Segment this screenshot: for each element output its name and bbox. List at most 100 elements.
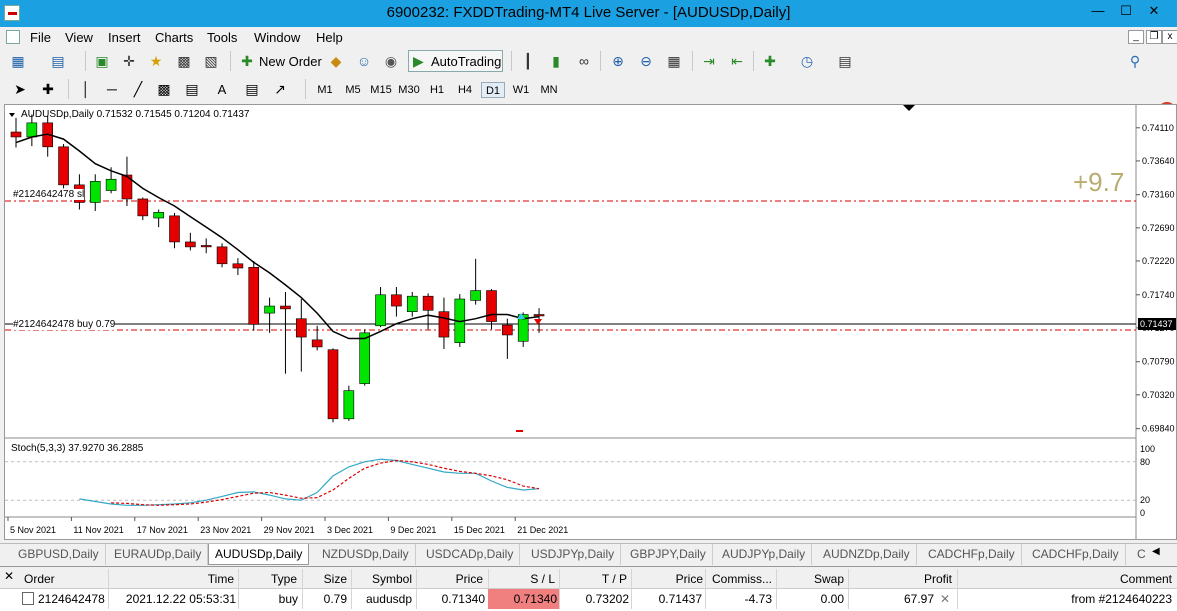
cursor-icon[interactable]: ➤ (10, 79, 30, 99)
navigator-icon[interactable]: ★ (146, 51, 166, 71)
fibonacci-icon[interactable]: ▤ (182, 79, 202, 99)
timeframe-mn[interactable]: MN (537, 82, 561, 98)
chart-window[interactable]: 0.74110 0.73640 0.73160 0.72690 0.72220 0.717… (4, 104, 1177, 540)
tabs-scroll-icon[interactable]: ◀ (1152, 546, 1160, 557)
header-tp[interactable]: T / P (562, 570, 627, 588)
options-icon[interactable]: ◉ (381, 51, 401, 71)
header-swap[interactable]: Swap (778, 570, 844, 588)
timeframe-m30[interactable]: M30 (397, 82, 421, 98)
new-chart-icon[interactable]: ▦ (8, 51, 28, 71)
header-current-price[interactable]: Price (632, 570, 703, 588)
tab-gbpusd[interactable]: GBPUSD,Daily (12, 544, 106, 565)
timeframe-m1[interactable]: M1 (313, 82, 337, 98)
header-price[interactable]: Price (420, 570, 483, 588)
templates-icon[interactable]: ▤ (835, 51, 855, 71)
zoom-in-icon[interactable]: ⊕ (608, 51, 628, 71)
close-button[interactable]: ✕ (1141, 0, 1167, 24)
menu-charts[interactable]: Charts (155, 30, 193, 45)
bar-chart-icon[interactable]: ┃ (518, 51, 538, 71)
chart-shift-icon[interactable]: ⇤ (727, 51, 747, 71)
header-order[interactable]: Order (24, 570, 55, 588)
chart-window-icon[interactable] (6, 30, 20, 44)
maximize-button[interactable]: ☐ (1113, 0, 1139, 24)
signals-icon[interactable]: ☺ (354, 51, 374, 71)
cell-price: 0.71340 (441, 592, 485, 606)
header-time[interactable]: Time (150, 570, 234, 588)
menu-tools[interactable]: Tools (207, 30, 237, 45)
tab-audnzdp[interactable]: AUDNZDp,Daily (817, 544, 917, 565)
vertical-line-icon[interactable]: │ (76, 79, 96, 99)
stochastic-tick-label: 100 (1140, 444, 1155, 454)
tab-cadchfp-2[interactable]: CADCHFp,Daily (1026, 544, 1126, 565)
header-profit[interactable]: Profit (850, 570, 952, 588)
terminal-icon[interactable]: ▩ (174, 51, 194, 71)
mdi-minimize-button[interactable]: _ (1128, 30, 1144, 44)
tab-usdjpyp[interactable]: USDJPYp,Daily (525, 544, 622, 565)
cell-sl[interactable]: 0.71340 (490, 590, 557, 608)
meta-editor-icon[interactable]: ◆ (326, 51, 346, 71)
horizontal-line-icon[interactable]: ─ (102, 79, 122, 99)
tab-audjpyp[interactable]: AUDJPYp,Daily (716, 544, 813, 565)
profiles-icon[interactable]: ▤ (48, 51, 68, 71)
timeframe-h1[interactable]: H1 (425, 82, 449, 98)
header-sl[interactable]: S / L (490, 570, 555, 588)
indicators-icon[interactable]: ✚ (760, 51, 780, 71)
chart-shift-marker-icon[interactable] (903, 105, 915, 111)
candle-body (58, 146, 69, 186)
candle-body (470, 290, 481, 301)
menu-insert[interactable]: Insert (108, 30, 141, 45)
mdi-close-button[interactable]: x (1162, 30, 1177, 44)
tab-cadchfp-1[interactable]: CADCHFp,Daily (922, 544, 1022, 565)
close-order-icon[interactable]: ✕ (940, 590, 950, 608)
data-window-icon[interactable]: ✛ (119, 51, 139, 71)
tab-usdcadp[interactable]: USDCADp,Daily (420, 544, 521, 565)
menu-file[interactable]: File (30, 30, 51, 45)
text-icon[interactable]: A (212, 79, 232, 99)
profit-overlay: +9.7 (1073, 167, 1125, 197)
zoom-out-icon[interactable]: ⊖ (636, 51, 656, 71)
mdi-restore-button[interactable]: ❐ (1146, 30, 1162, 44)
chart-canvas[interactable]: 0.74110 0.73640 0.73160 0.72690 0.72220 0.717… (5, 105, 1176, 539)
minimize-button[interactable]: — (1085, 0, 1111, 24)
tab-overflow[interactable]: C (1131, 544, 1152, 565)
autotrading-button[interactable]: ▶ AutoTrading (408, 50, 503, 72)
strategy-tester-icon[interactable]: ▧ (201, 51, 221, 71)
trendline-icon[interactable]: ╱ (128, 79, 148, 99)
header-size[interactable]: Size (300, 570, 347, 588)
crosshair-icon[interactable]: ✚ (38, 79, 58, 99)
line-chart-icon[interactable]: ∞ (574, 51, 594, 71)
timeframe-w1[interactable]: W1 (509, 82, 533, 98)
header-comment[interactable]: Comment (1000, 570, 1172, 588)
tab-gbpjpy[interactable]: GBPJPY,Daily (624, 544, 713, 565)
tab-nzdusdp[interactable]: NZDUSDp,Daily (316, 544, 416, 565)
timeframe-m5[interactable]: M5 (341, 82, 365, 98)
auto-scroll-icon[interactable]: ⇥ (699, 51, 719, 71)
search-icon[interactable]: ⚲ (1125, 51, 1145, 71)
chart-tabs: GBPUSD,Daily EURAUDp,Daily AUDUSDp,Daily… (0, 543, 1177, 565)
periods-icon[interactable]: ◷ (797, 51, 817, 71)
candle-body (26, 122, 38, 138)
candlestick-icon[interactable]: ▮ (546, 51, 566, 71)
new-order-button[interactable]: New Order (259, 54, 322, 69)
menu-window[interactable]: Window (254, 30, 300, 45)
text-label-icon[interactable]: ▤ (242, 79, 262, 99)
menu-help[interactable]: Help (316, 30, 343, 45)
header-symbol[interactable]: Symbol (352, 570, 412, 588)
timeframe-d1[interactable]: D1 (481, 82, 505, 98)
header-type[interactable]: Type (240, 570, 297, 588)
equidistant-channel-icon[interactable]: ▩ (154, 79, 174, 99)
tab-euraudp[interactable]: EURAUDp,Daily (108, 544, 209, 565)
candle-body (153, 212, 164, 219)
timeframe-h4[interactable]: H4 (453, 82, 477, 98)
header-commission[interactable]: Commiss... (706, 570, 772, 588)
price-tick-label: 0.73640 (1142, 156, 1175, 166)
market-watch-icon[interactable]: ▣ (92, 51, 112, 71)
cell-tp[interactable]: 0.73202 (562, 590, 629, 608)
new-order-icon[interactable]: ✚ (237, 51, 257, 71)
tile-windows-icon[interactable]: ▦ (664, 51, 684, 71)
arrows-icon[interactable]: ↗ (270, 79, 290, 99)
tab-audusdp[interactable]: AUDUSDp,Daily (208, 544, 310, 565)
menu-view[interactable]: View (65, 30, 93, 45)
terminal-close-icon[interactable]: ✕ (4, 569, 14, 583)
timeframe-m15[interactable]: M15 (369, 82, 393, 98)
